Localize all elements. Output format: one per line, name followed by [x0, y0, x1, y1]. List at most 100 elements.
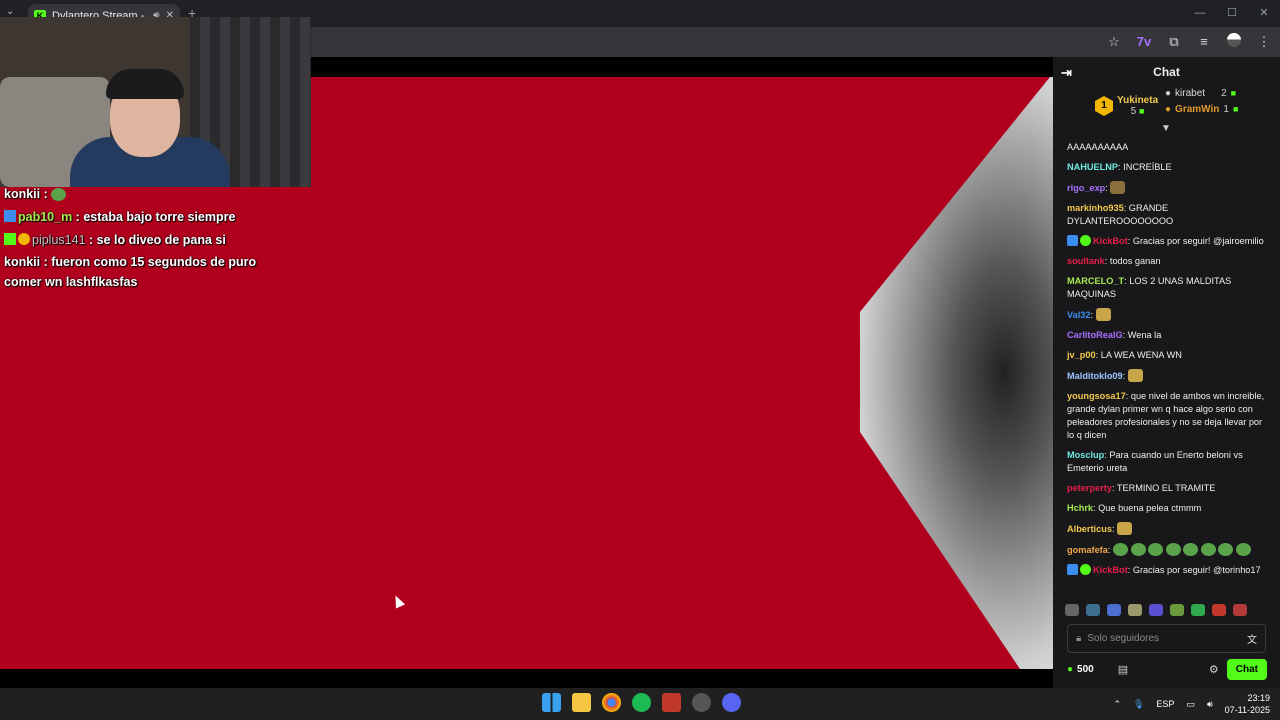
gold-badge-icon	[18, 233, 30, 245]
chat-message: AAAAAAAAAA	[1067, 142, 1129, 152]
webcam-overlay	[0, 17, 311, 187]
overlay-message: piplus141 : se lo diveo de pana si	[4, 229, 294, 252]
emote-icon[interactable]	[1107, 604, 1121, 616]
chat-message: rigo_exp:	[1067, 181, 1268, 195]
chat-message: gomafefa:	[1067, 543, 1268, 557]
chat-message: soultank: todos ganan	[1067, 256, 1161, 266]
leaderboard-first: 1 Yukineta 5 ■	[1095, 95, 1158, 117]
chat-input[interactable]: 🔒︎ Solo seguidores 文	[1067, 624, 1266, 653]
chat-message: peterperty: TERMINO EL TRAMITE	[1067, 483, 1216, 493]
gem-icon: ■	[1139, 106, 1145, 116]
pepe-emote-icon	[1112, 543, 1128, 556]
language-indicator[interactable]: ESP	[1156, 699, 1174, 709]
emote-icon[interactable]	[1212, 604, 1226, 616]
emote-icon	[1117, 522, 1133, 535]
gift-leaderboard[interactable]: 1 Yukineta 5 ■ ● kirabet 2 ■ ● GramWin 1…	[1053, 87, 1280, 135]
system-tray: ⌃ 🎙︎ ESP ▭ 🔊︎ 23:19 07-11-2025	[1113, 692, 1270, 716]
quick-emote-bar	[1065, 601, 1275, 619]
chat-panel: ⇥ Chat 1 Yukineta 5 ■ ● kirabet 2 ■ ● Gr…	[1053, 57, 1280, 688]
extensions-puzzle-icon[interactable]: ⧉	[1166, 34, 1182, 50]
bronze-badge-icon: ●	[1165, 104, 1172, 115]
emote-icon[interactable]	[1233, 604, 1247, 616]
expand-chevron-icon[interactable]: ▼	[1161, 123, 1171, 134]
smoke-shape	[860, 77, 1053, 669]
chat-message: NAHUELNP: INCREÍBLE	[1067, 162, 1172, 172]
chat-message: Mosclup: Para cuando un Enerto beloni vs…	[1067, 450, 1243, 473]
emote-icon	[1110, 181, 1126, 194]
emote-icon[interactable]	[1065, 604, 1079, 616]
gem-icon: ■	[1230, 88, 1237, 98]
close-window-button[interactable]: ✕	[1248, 0, 1280, 27]
chat-messages[interactable]: AAAAAAAAAA NAHUELNP: INCREÍBLE rigo_exp:…	[1053, 141, 1280, 597]
lock-icon: 🔒︎	[1076, 633, 1082, 644]
emote-icon[interactable]	[1149, 604, 1163, 616]
gem-icon: ■	[1232, 104, 1239, 114]
chat-message: KickBot: Gracias por seguir! @jairoemili…	[1067, 235, 1268, 248]
discord-icon[interactable]	[722, 693, 741, 712]
chat-message: jv_p00: LA WEA WENA WN	[1067, 350, 1182, 360]
collapse-chat-icon[interactable]: ⇥	[1061, 65, 1072, 81]
microphone-icon[interactable]: 🎙︎	[1133, 699, 1144, 710]
leaderboard-third: ● GramWin 1 ■	[1165, 104, 1239, 115]
pepe-emote-icon	[1148, 543, 1164, 556]
stream-chat-overlay: konkii : pab10_m : estaba bajo torre sie…	[4, 183, 294, 292]
spotify-icon[interactable]	[632, 693, 651, 712]
moderator-badge-icon	[1067, 564, 1078, 575]
menu-kebab-icon[interactable]: ⋮	[1256, 34, 1272, 50]
emote-icon[interactable]	[1191, 604, 1205, 616]
minimize-button[interactable]: —	[1184, 0, 1216, 27]
emote-icon[interactable]	[1170, 604, 1184, 616]
volume-icon[interactable]: 🔊︎	[1207, 699, 1213, 710]
channel-points[interactable]: ● 500	[1067, 664, 1094, 675]
maximize-button[interactable]: ☐	[1216, 0, 1248, 27]
store-icon[interactable]: ▤	[1118, 663, 1128, 676]
media-control-icon[interactable]: ≡	[1196, 34, 1212, 49]
pepe-emote-icon	[1130, 543, 1146, 556]
windows-taskbar: ⌃ 🎙︎ ESP ▭ 🔊︎ 23:19 07-11-2025	[0, 688, 1280, 720]
chat-message: youngsosa17: que nivel de ambos wn incre…	[1067, 391, 1265, 440]
clock[interactable]: 23:19 07-11-2025	[1225, 692, 1270, 716]
window-controls: — ☐ ✕	[1184, 0, 1280, 27]
moderator-badge-icon	[1067, 235, 1078, 246]
chat-message: CarlitoRealG: Wena la	[1067, 330, 1162, 340]
chat-message: MARCELO_T: LOS 2 UNAS MALDITAS MAQUINAS	[1067, 276, 1232, 299]
pepe-emote-icon	[1218, 543, 1234, 556]
chat-message: Alberticus:	[1067, 522, 1268, 536]
chat-settings-gear-icon[interactable]: ⚙	[1209, 663, 1219, 676]
chat-message: Val32:	[1067, 308, 1268, 322]
points-icon: ●	[1067, 663, 1074, 675]
show-hidden-icons-chevron-icon[interactable]: ⌃	[1113, 699, 1121, 710]
extension-7tv-icon[interactable]: 7v	[1136, 34, 1152, 49]
overlay-message: pab10_m : estaba bajo torre siempre	[4, 206, 294, 229]
send-chat-button[interactable]: Chat	[1226, 658, 1267, 680]
overlay-message: konkii : fueron como 15 segundos de puro…	[4, 255, 257, 289]
pepe-emote-icon	[1200, 543, 1216, 556]
streamer-cap	[106, 69, 184, 99]
translate-icon[interactable]: 文	[1247, 631, 1257, 646]
profile-avatar[interactable]	[1226, 33, 1242, 50]
news-app-icon[interactable]	[662, 693, 681, 712]
pepe-emote-icon	[1235, 543, 1251, 556]
emote-icon[interactable]	[1128, 604, 1142, 616]
emote-icon	[1127, 369, 1143, 382]
steam-icon[interactable]	[692, 693, 711, 712]
bookmark-star-icon[interactable]: ☆	[1106, 34, 1122, 50]
verified-badge-icon	[1080, 564, 1091, 575]
emote-icon	[51, 188, 67, 201]
pepe-emote-icon	[1183, 543, 1199, 556]
plus-badge-icon	[4, 233, 16, 245]
chat-message: Hchrk: Que buena pelea ctmmm	[1067, 503, 1202, 513]
pepe-emote-icon	[1165, 543, 1181, 556]
chat-message: Malditoklo09:	[1067, 369, 1268, 383]
tab-search-icon[interactable]: ⌄	[6, 6, 14, 17]
chat-input-placeholder: Solo seguidores	[1087, 633, 1160, 644]
chrome-icon[interactable]	[602, 693, 621, 712]
emote-icon[interactable]	[1086, 604, 1100, 616]
chat-message: KickBot: Gracias por seguir! @torinho17	[1067, 564, 1268, 577]
chat-header: ⇥ Chat	[1053, 57, 1280, 87]
network-icon[interactable]: ▭	[1186, 699, 1195, 710]
windows-start-icon[interactable]	[542, 693, 561, 712]
file-explorer-icon[interactable]	[572, 693, 591, 712]
chat-footer: ● 500 ▤ ⚙ Chat	[1067, 658, 1267, 680]
silver-badge-icon: ●	[1165, 88, 1172, 99]
